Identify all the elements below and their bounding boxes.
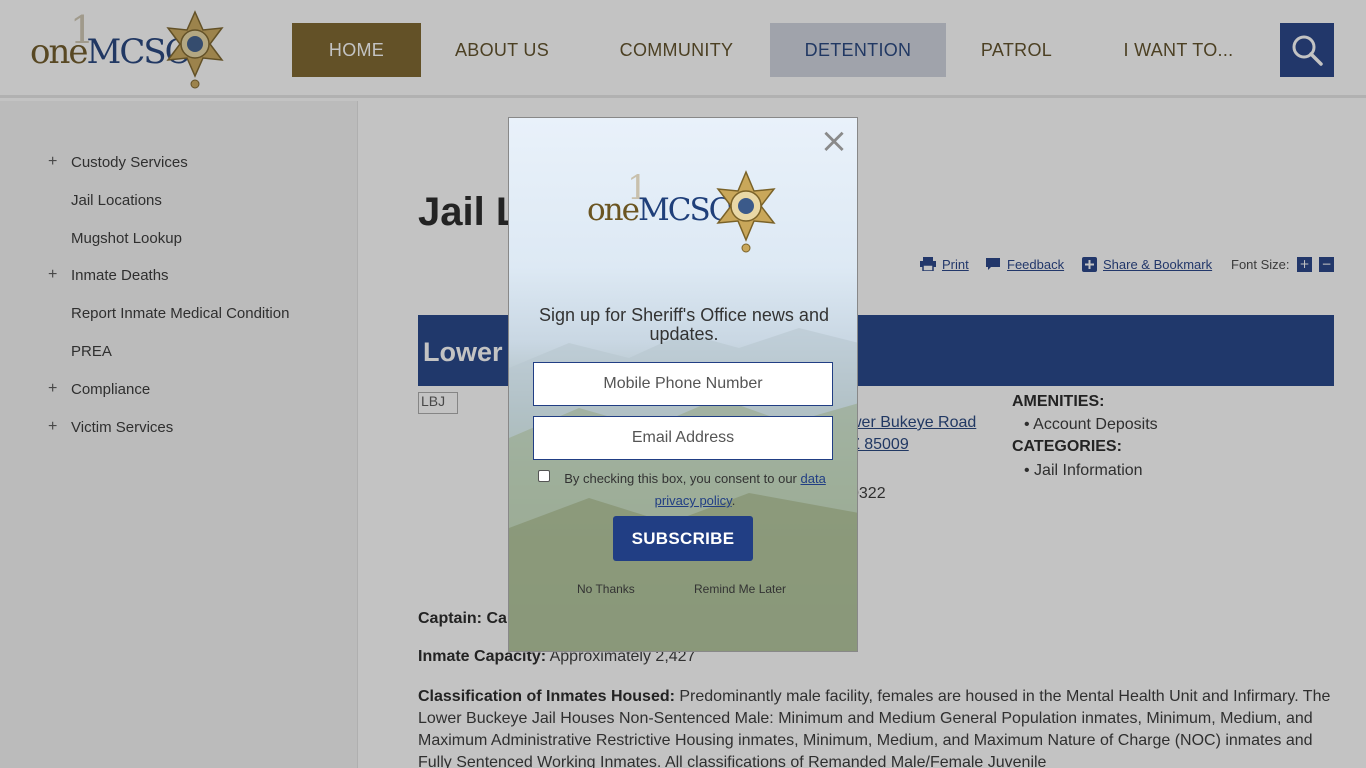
email-address-input[interactable]: Email Address xyxy=(533,416,833,460)
modal-logo: 1 oneMCSO xyxy=(587,168,787,260)
remind-later-link[interactable]: Remind Me Later xyxy=(694,582,786,596)
no-thanks-link[interactable]: No Thanks xyxy=(577,582,635,596)
modal-heading: Sign up for Sheriff's Office news and up… xyxy=(539,305,829,344)
consent-text: By checking this box, you consent to our… xyxy=(564,471,826,508)
subscribe-button[interactable]: SUBSCRIBE xyxy=(613,516,753,561)
modal-close-button[interactable]: × xyxy=(817,124,851,158)
consent-checkbox[interactable] xyxy=(538,470,550,482)
newsletter-signup-modal: × 1 oneMCSO Sign up for Sheriff's Office… xyxy=(508,117,858,652)
sheriff-badge-icon xyxy=(716,170,776,253)
mobile-phone-input[interactable]: Mobile Phone Number xyxy=(533,362,833,406)
